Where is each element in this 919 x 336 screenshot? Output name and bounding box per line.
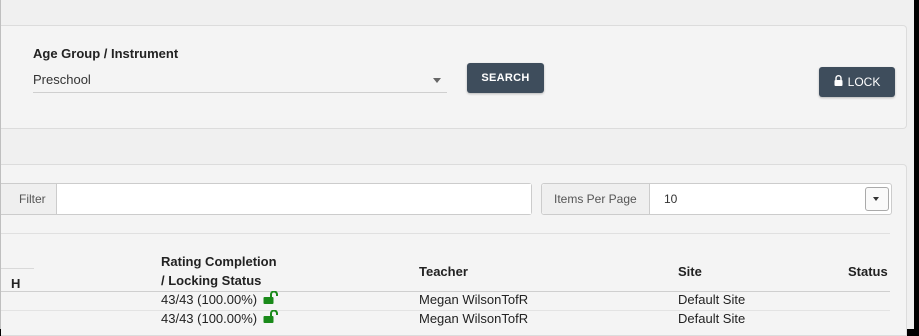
lock-button-label: LOCK [847, 75, 881, 89]
rating-header-line2: / Locking Status [161, 273, 262, 288]
filter-label: Filter [1, 184, 57, 214]
items-per-page-label: Items Per Page [542, 184, 650, 214]
age-group-value: Preschool [33, 72, 91, 87]
table-row-teacher: Megan WilsonTofR [419, 292, 529, 307]
rating-value: 43/43 (100.00%) [161, 292, 258, 307]
unlocked-icon[interactable] [263, 309, 279, 326]
items-per-page-value: 10 [664, 192, 678, 206]
unlocked-icon[interactable] [263, 290, 279, 307]
search-button[interactable]: SEARCH [467, 63, 544, 93]
table-row-site: Default Site [678, 292, 746, 307]
filter-input[interactable] [58, 184, 531, 214]
caret-down-icon [433, 78, 441, 83]
lock-button[interactable]: LOCK [819, 67, 895, 97]
column-header-teacher[interactable]: Teacher [419, 264, 468, 279]
filter-group: Filter [1, 183, 532, 215]
age-group-select[interactable]: Preschool [33, 68, 447, 93]
column-header-status[interactable]: Status [848, 264, 888, 279]
column-header-rating-completion[interactable]: Rating Completion / Locking Status [161, 252, 277, 290]
caret-down-icon [873, 197, 879, 201]
items-per-page-group[interactable]: Items Per Page 10 [541, 183, 892, 215]
items-per-page-dropdown-button[interactable] [865, 187, 889, 211]
rating-value: 43/43 (100.00%) [161, 311, 258, 326]
table-row-rating: 43/43 (100.00%) [161, 309, 279, 328]
age-group-label: Age Group / Instrument [33, 46, 179, 61]
column-header-partial[interactable]: H [11, 276, 20, 291]
table-row-rating: 43/43 (100.00%) [161, 290, 279, 309]
divider [1, 233, 890, 234]
column-divider [1, 268, 34, 269]
lock-icon [834, 67, 843, 97]
rating-header-line1: Rating Completion [161, 254, 277, 269]
table-row-site: Default Site [678, 311, 746, 326]
table-row-teacher: Megan WilsonTofR [419, 311, 529, 326]
app-frame: Age Group / Instrument Preschool SEARCH … [0, 0, 914, 336]
column-header-site[interactable]: Site [678, 264, 702, 279]
